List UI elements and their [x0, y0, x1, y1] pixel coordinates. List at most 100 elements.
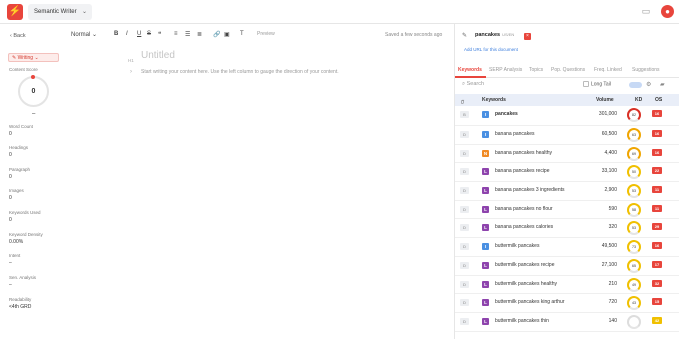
add-url-link[interactable]: Add URL for this document [464, 47, 518, 52]
editor-area[interactable]: H1 Untitled › Start writing your content… [66, 46, 454, 339]
kd-gauge: 49 [627, 277, 641, 292]
view-toggle[interactable] [629, 82, 642, 88]
edit-icon[interactable]: ✎ [462, 32, 467, 39]
clear-format-icon[interactable]: T [240, 31, 244, 37]
table-row[interactable]: D Nbanana pancakes healthy 4,400 69 16 [455, 145, 679, 164]
tab-freq-linked[interactable]: Freq. Linked [594, 67, 622, 73]
stat-label: Sen. Analysis [9, 275, 37, 280]
table-row[interactable]: B Ipancakes 301,000 82 16 [455, 106, 679, 126]
link-icon[interactable]: 🔗 [213, 31, 220, 38]
keyword-cell[interactable]: buttermilk pancakes recipe [495, 262, 554, 268]
tab-pop-questions[interactable]: Pop. Questions [551, 67, 585, 73]
os-badge: 15 [652, 298, 662, 306]
kd-gauge: 43 [627, 296, 641, 311]
volume-cell: 2,900 [604, 187, 617, 194]
underline-icon[interactable]: U [137, 31, 141, 37]
long-tail-checkbox[interactable]: Long Tail [583, 81, 611, 87]
table-row[interactable]: D Lbuttermilk pancakes healthy 210 49 32 [455, 276, 679, 295]
filter-icon[interactable]: ⚙ [646, 81, 651, 88]
keyword-cell[interactable]: banana pancakes healthy [495, 150, 552, 156]
stat-value: 0 [9, 131, 12, 137]
table-row[interactable]: D Lbuttermilk pancakes king arthur 720 43 15 [455, 294, 679, 313]
keyword-cell[interactable]: buttermilk pancakes thin [495, 318, 549, 324]
volume-cell: 301,000 [598, 111, 617, 117]
tab-suggestions[interactable]: Suggestions [632, 67, 660, 73]
volume-cell: 320 [608, 224, 617, 231]
os-badge: 32 [652, 279, 662, 287]
keyword-text: pancakes [475, 32, 501, 38]
kd-gauge: 58 [627, 202, 641, 217]
tab-serp-analysis[interactable]: SERP Analysis [489, 67, 522, 73]
editor-placeholder[interactable]: Start writing your content here. Use the… [141, 69, 339, 75]
score-dash: – [32, 111, 36, 117]
writing-mode-button[interactable]: ✎ Writing ⌄ [8, 53, 59, 62]
rank-badge: D [460, 299, 469, 307]
folder-icon[interactable]: ▰ [660, 81, 665, 88]
select-all[interactable]: 0 ⌄ [461, 97, 465, 106]
rank-badge: D [460, 131, 469, 138]
rank-badge: D [460, 261, 469, 269]
col-keywords[interactable]: Keywords [482, 97, 506, 103]
grid-icon[interactable]: ▭ [640, 5, 652, 17]
align-icon[interactable]: ≡ [174, 31, 178, 37]
preview-button[interactable]: Preview [257, 31, 275, 37]
save-status: Saved a few seconds ago [385, 32, 443, 38]
os-badge: 16 [652, 130, 662, 137]
intent-badge: I [482, 111, 489, 118]
quote-icon[interactable]: ❝ [158, 31, 161, 38]
table-row[interactable]: D Lbanana pancakes 3 ingredients 2,900 53 11 [455, 182, 679, 201]
keyword-cell[interactable]: buttermilk pancakes healthy [495, 281, 557, 287]
close-icon[interactable]: × [524, 33, 531, 40]
volume-cell: 60,500 [601, 131, 617, 137]
back-button[interactable]: ‹ Back [10, 33, 26, 39]
bold-icon[interactable]: B [114, 31, 118, 37]
stat-value: 0 [9, 152, 12, 158]
keyword-cell[interactable]: pancakes [495, 111, 518, 117]
volume-cell: 720 [608, 299, 617, 306]
keyword-cell[interactable]: banana pancakes no flour [495, 206, 553, 212]
rank-badge: D [460, 317, 469, 325]
project-selector[interactable]: Semantic Writer ⌄ [28, 4, 92, 20]
keyword-cell[interactable]: banana pancakes [495, 131, 534, 137]
panel-tabs: Keywords SERP Analysis Topics Pop. Quest… [455, 64, 679, 78]
app-logo[interactable]: ⚡ [7, 4, 23, 20]
numbered-list-icon[interactable]: ≣ [197, 31, 202, 38]
keyword-cell[interactable]: buttermilk pancakes [495, 243, 539, 249]
tab-keywords[interactable]: Keywords [458, 67, 482, 73]
os-badge: 11 [652, 204, 662, 212]
col-os[interactable]: OS [655, 97, 662, 103]
keyword-cell[interactable]: banana pancakes calories [495, 224, 553, 230]
format-select[interactable]: Normal ⌄ [71, 31, 97, 38]
intent-badge: I [482, 243, 489, 251]
table-row[interactable]: D Ibanana pancakes 60,500 63 16 [455, 126, 679, 145]
table-row[interactable]: D Lbuttermilk pancakes thin 140 42 [455, 313, 679, 332]
search-input[interactable]: ⌕ Search [462, 81, 484, 88]
table-row[interactable]: D Lbuttermilk pancakes recipe 27,100 65 17 [455, 257, 679, 276]
tab-topics[interactable]: Topics [529, 67, 543, 73]
rank-badge: D [460, 280, 469, 288]
image-icon[interactable]: ▣ [224, 31, 230, 38]
volume-cell: 210 [608, 280, 617, 287]
keyword-cell[interactable]: banana pancakes 3 ingredients [495, 187, 565, 193]
table-row[interactable]: D Ibuttermilk pancakes 49,500 73 16 [455, 238, 679, 257]
table-row[interactable]: D Lbanana pancakes no flour 590 58 11 [455, 201, 679, 220]
bullet-list-icon[interactable]: ☰ [185, 31, 190, 38]
document-title[interactable]: Untitled [141, 50, 175, 61]
avatar[interactable]: ● [661, 5, 674, 18]
add-block-icon[interactable]: › [130, 69, 132, 75]
os-badge: 16 [652, 242, 662, 250]
volume-cell: 4,400 [604, 149, 617, 156]
strikethrough-icon[interactable]: S [147, 31, 151, 37]
writing-label: Writing [17, 55, 34, 61]
os-badge: 16 [652, 148, 662, 156]
os-badge: 17 [652, 260, 662, 268]
table-row[interactable]: D Lbanana pancakes recipe 33,100 50 22 [455, 163, 679, 183]
col-volume[interactable]: Volume [596, 97, 614, 103]
table-row[interactable]: D Lbanana pancakes calories 320 53 29 [455, 219, 679, 239]
keyword-cell[interactable]: buttermilk pancakes king arthur [495, 299, 564, 305]
content-score-value: 0 [31, 88, 36, 95]
stat-value: – [9, 282, 12, 288]
keyword-cell[interactable]: banana pancakes recipe [495, 168, 550, 174]
col-kd[interactable]: KD [635, 97, 642, 103]
italic-icon[interactable]: I [126, 31, 128, 37]
